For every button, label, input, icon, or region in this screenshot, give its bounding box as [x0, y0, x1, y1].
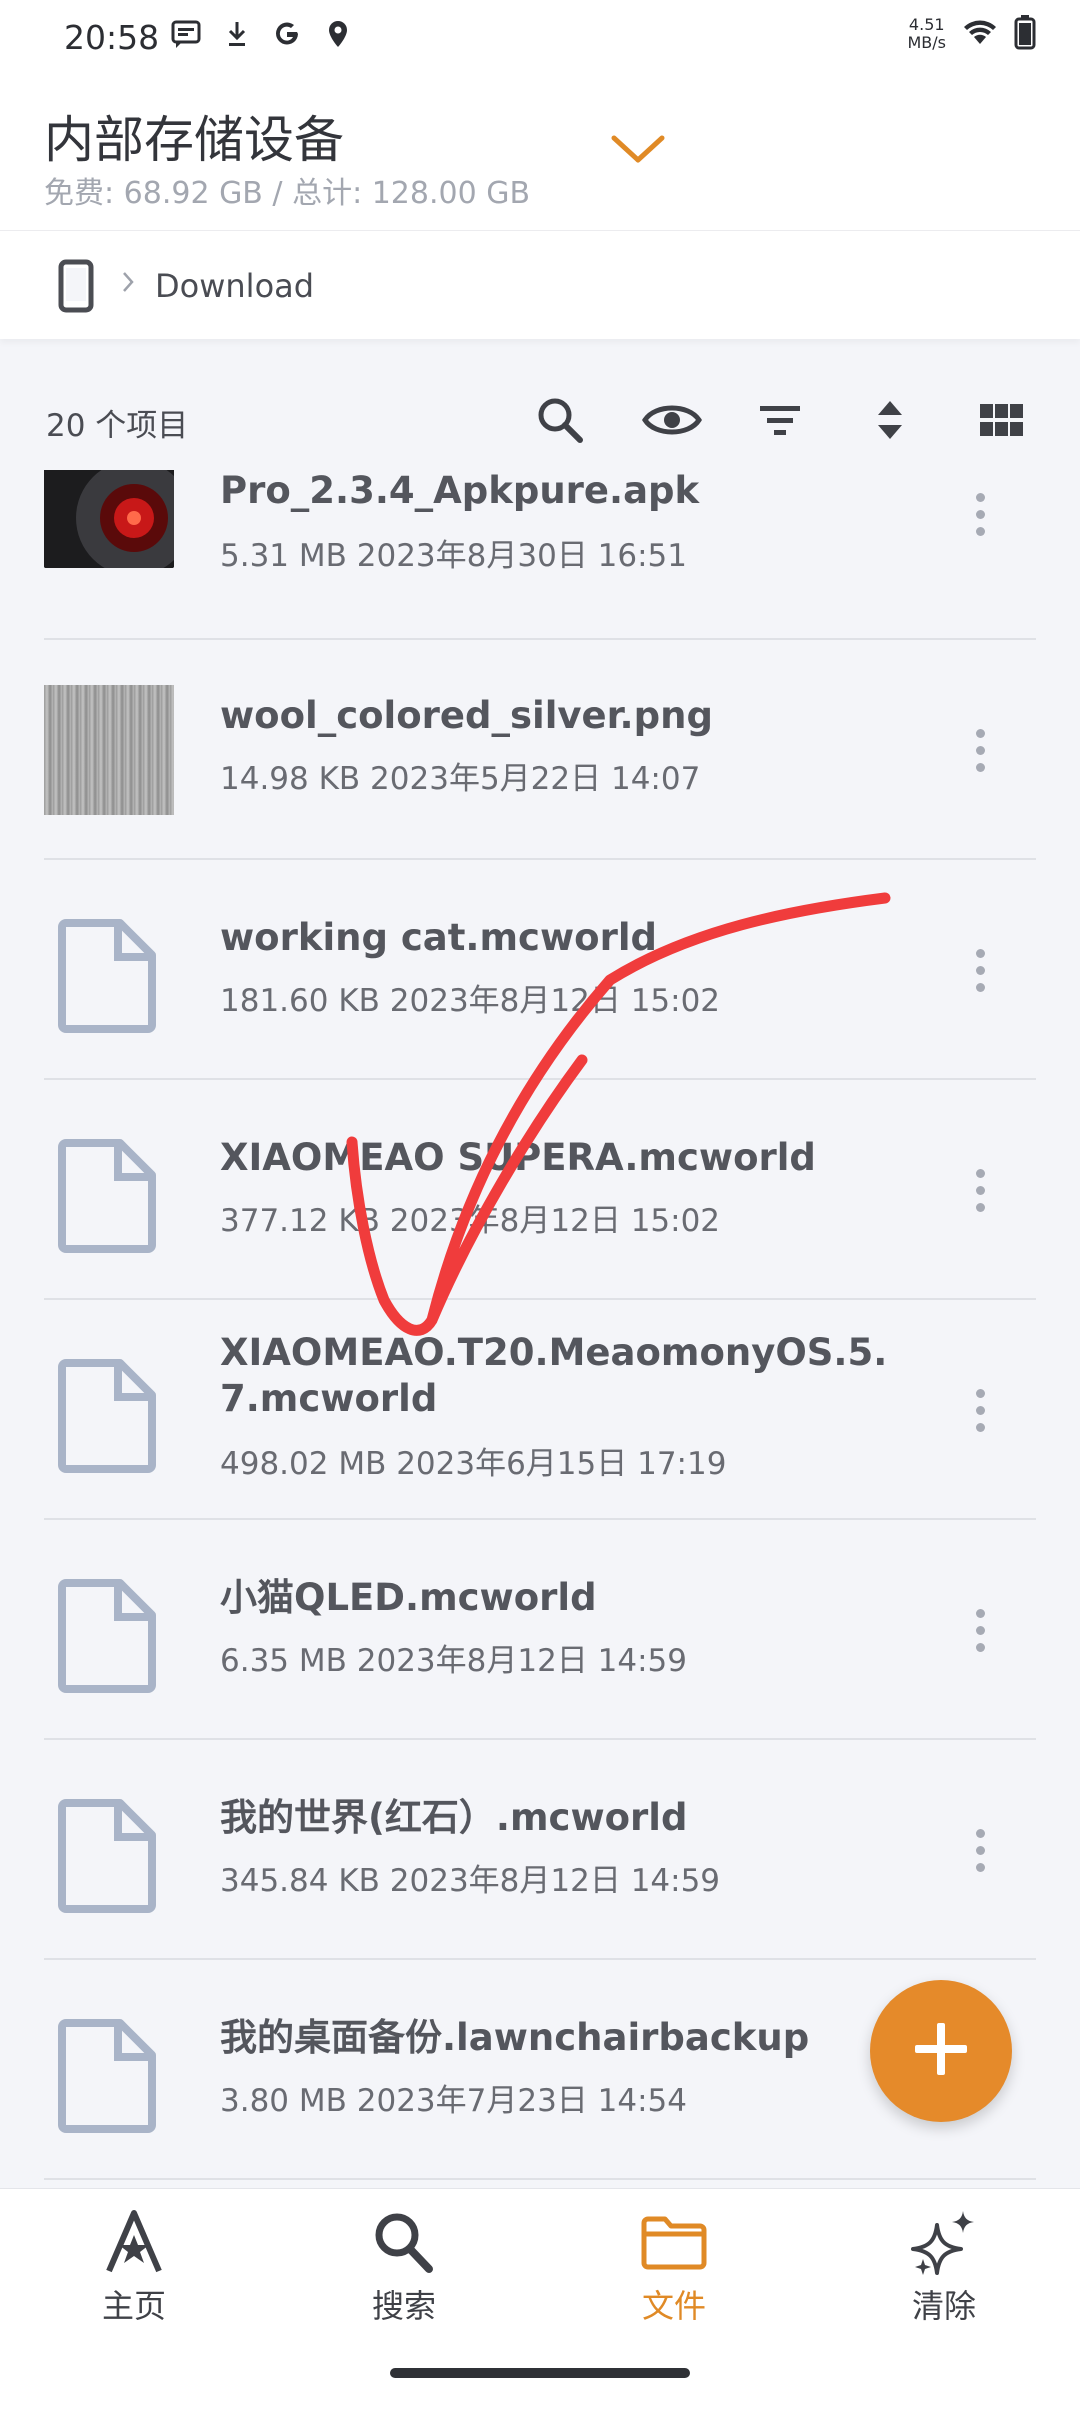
file-name: wool_colored_silver.png — [220, 694, 713, 737]
location-icon — [326, 19, 350, 53]
filter-icon[interactable] — [748, 388, 812, 452]
file-list: Pro_2.3.4_Apkpure.apk 5.31 MB 2023年8月30日… — [0, 470, 1080, 2188]
nav-clean[interactable]: 清除 — [854, 2209, 1034, 2327]
more-options-icon[interactable] — [960, 1160, 1000, 1220]
download-icon — [226, 19, 248, 53]
list-item[interactable]: wool_colored_silver.png 14.98 KB 2023年5月… — [0, 640, 1080, 860]
nav-label: 搜索 — [371, 2287, 436, 2325]
more-options-icon[interactable] — [960, 1380, 1000, 1440]
item-count: 20 个项目 — [46, 408, 189, 444]
network-speed: 4.51 MB/s — [907, 15, 946, 52]
nav-label: 清除 — [911, 2287, 976, 2325]
plus-icon — [911, 2019, 971, 2083]
file-name: 小猫QLED.mcworld — [220, 1576, 597, 1619]
search-icon — [369, 2213, 439, 2279]
nav-files[interactable]: 文件 — [584, 2209, 764, 2327]
more-options-icon[interactable] — [960, 720, 1000, 780]
storage-capacity: 免费: 68.92 GB / 总计: 128.00 GB — [44, 176, 531, 211]
chevron-right-icon — [118, 265, 138, 303]
message-icon — [170, 18, 202, 54]
list-item[interactable]: 我的世界(红石）.mcworld 345.84 KB 2023年8月12日 14… — [0, 1740, 1080, 1960]
list-item[interactable]: Pro_2.3.4_Apkpure.apk 5.31 MB 2023年8月30日… — [0, 470, 1080, 640]
home-star-icon — [99, 2210, 169, 2279]
storage-header[interactable]: 内部存储设备 免费: 68.92 GB / 总计: 128.00 GB — [0, 76, 1080, 231]
chevron-down-icon[interactable] — [610, 132, 666, 170]
sparkle-icon — [909, 2211, 979, 2279]
file-name: XIAOMEAO SUPERA.mcworld — [220, 1136, 816, 1179]
sort-icon[interactable] — [858, 388, 922, 452]
file-name: 我的世界(红石）.mcworld — [220, 1796, 688, 1839]
file-icon — [44, 1135, 174, 1265]
breadcrumb-current[interactable]: Download — [155, 267, 314, 305]
list-item[interactable]: XIAOMEAO SUPERA.mcworld 377.12 KB 2023年8… — [0, 1080, 1080, 1300]
file-icon — [44, 1795, 174, 1925]
more-options-icon[interactable] — [960, 1820, 1000, 1880]
file-meta: 377.12 KB 2023年8月12日 15:02 — [220, 1203, 721, 1239]
file-name: XIAOMEAO.T20.MeaomonyOS.5.7.mcworld — [220, 1331, 888, 1420]
list-item[interactable]: 小猫QLED.mcworld 6.35 MB 2023年8月12日 14:59 — [0, 1520, 1080, 1740]
nav-home[interactable]: 主页 — [44, 2209, 224, 2327]
nav-label: 主页 — [101, 2287, 166, 2325]
file-name: Pro_2.3.4_Apkpure.apk — [220, 470, 700, 512]
file-meta: 181.60 KB 2023年8月12日 15:02 — [220, 983, 721, 1019]
breadcrumb: Download — [0, 231, 1080, 339]
file-icon — [44, 2015, 174, 2145]
apk-thumbnail — [44, 470, 174, 568]
nav-search[interactable]: 搜索 — [314, 2209, 494, 2327]
more-options-icon[interactable] — [960, 940, 1000, 1000]
status-time: 20:58 — [64, 18, 160, 57]
file-icon — [44, 1575, 174, 1705]
list-toolbar: 20 个项目 — [0, 370, 1080, 470]
phone-icon[interactable] — [58, 259, 94, 317]
grid-view-icon[interactable] — [970, 388, 1034, 452]
file-icon — [44, 1355, 174, 1485]
storage-title: 内部存储设备 — [44, 111, 344, 169]
file-meta: 498.02 MB 2023年6月15日 17:19 — [220, 1446, 727, 1482]
gesture-bar — [390, 2368, 690, 2378]
eye-icon[interactable] — [640, 388, 704, 452]
list-item[interactable]: XIAOMEAO.T20.MeaomonyOS.5.7.mcworld 498.… — [0, 1300, 1080, 1520]
add-button[interactable] — [870, 1980, 1012, 2122]
file-meta: 6.35 MB 2023年8月12日 14:59 — [220, 1643, 687, 1679]
file-meta: 3.80 MB 2023年7月23日 14:54 — [220, 2083, 687, 2119]
file-meta: 14.98 KB 2023年5月22日 14:07 — [220, 761, 701, 797]
nav-label: 文件 — [641, 2287, 706, 2325]
wifi-icon — [962, 17, 998, 51]
file-name: working cat.mcworld — [220, 916, 657, 959]
google-icon — [272, 19, 302, 53]
list-item[interactable]: working cat.mcworld 181.60 KB 2023年8月12日… — [0, 860, 1080, 1080]
file-name: 我的桌面备份.lawnchairbackup — [220, 2016, 810, 2059]
more-options-icon[interactable] — [960, 484, 1000, 544]
folder-icon — [639, 2216, 709, 2279]
file-meta: 5.31 MB 2023年8月30日 16:51 — [220, 538, 687, 574]
file-meta: 345.84 KB 2023年8月12日 14:59 — [220, 1863, 721, 1899]
file-icon — [44, 915, 174, 1045]
search-icon[interactable] — [528, 388, 592, 452]
status-bar: 20:58 4.51 MB/s — [0, 0, 1080, 76]
image-thumbnail — [44, 685, 174, 815]
battery-icon — [1014, 14, 1036, 54]
more-options-icon[interactable] — [960, 1600, 1000, 1660]
